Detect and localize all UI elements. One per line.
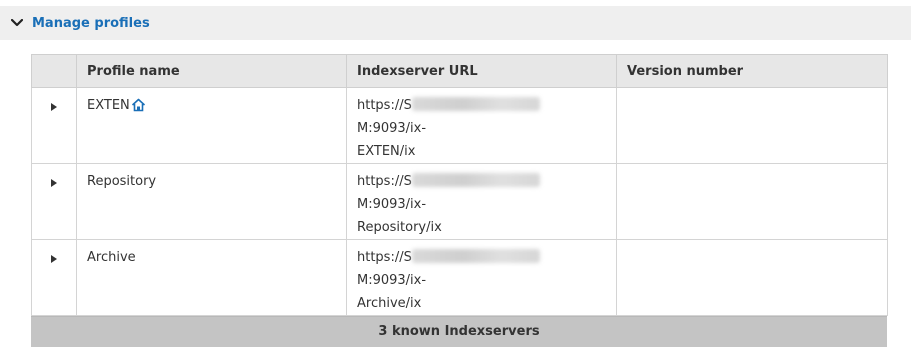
chevron-down-icon[interactable] <box>10 16 24 30</box>
table-footer-count: 3 known Indexservers <box>31 316 887 347</box>
redacted-hostname <box>411 173 540 187</box>
url-prefix: https://S <box>357 98 412 113</box>
version-number-cell <box>616 163 888 240</box>
table-header-row: Profile name Indexserver URL Version num… <box>31 54 888 88</box>
profile-name: EXTEN <box>87 98 130 113</box>
indexserver-url-cell: https://S M:9093/ix- Archive/ix <box>346 239 617 316</box>
section-title[interactable]: Manage profiles <box>32 16 150 31</box>
url-prefix: https://S <box>357 250 412 265</box>
indexserver-url-cell: https://S M:9093/ix- Repository/ix <box>346 163 617 240</box>
table-row[interactable]: EXTEN https://S M:9093/ix- EXTEN/ix <box>31 87 888 164</box>
profile-name-cell: EXTEN <box>76 87 347 164</box>
expand-triangle-icon[interactable] <box>51 103 57 111</box>
redacted-hostname <box>411 249 540 263</box>
expand-row-toggle[interactable] <box>31 87 77 164</box>
url-suffix: M:9093/ix- <box>357 121 427 136</box>
redacted-hostname <box>411 97 540 111</box>
profiles-table: Profile name Indexserver URL Version num… <box>31 54 888 347</box>
column-header-expander <box>31 54 77 88</box>
url-line2: Archive/ix <box>357 296 422 311</box>
version-number-cell <box>616 239 888 316</box>
profile-name-cell: Repository <box>76 163 347 240</box>
manage-profiles-header[interactable]: Manage profiles <box>0 6 911 40</box>
profile-name: Repository <box>87 174 157 189</box>
indexserver-url-cell: https://S M:9093/ix- EXTEN/ix <box>346 87 617 164</box>
url-line2: EXTEN/ix <box>357 144 416 159</box>
expand-triangle-icon[interactable] <box>51 255 57 263</box>
url-suffix: M:9093/ix- <box>357 273 427 288</box>
url-suffix: M:9093/ix- <box>357 197 427 212</box>
url-prefix: https://S <box>357 174 412 189</box>
home-icon <box>131 97 146 120</box>
expand-row-toggle[interactable] <box>31 163 77 240</box>
profile-name-cell: Archive <box>76 239 347 316</box>
profile-name: Archive <box>87 250 136 265</box>
column-header-indexserver-url[interactable]: Indexserver URL <box>346 54 617 88</box>
expand-row-toggle[interactable] <box>31 239 77 316</box>
table-row[interactable]: Archive https://S M:9093/ix- Archive/ix <box>31 239 888 316</box>
url-line2: Repository/ix <box>357 220 442 235</box>
column-header-version-number[interactable]: Version number <box>616 54 888 88</box>
table-row[interactable]: Repository https://S M:9093/ix- Repositor… <box>31 163 888 240</box>
expand-triangle-icon[interactable] <box>51 179 57 187</box>
version-number-cell <box>616 87 888 164</box>
column-header-profile-name[interactable]: Profile name <box>76 54 347 88</box>
